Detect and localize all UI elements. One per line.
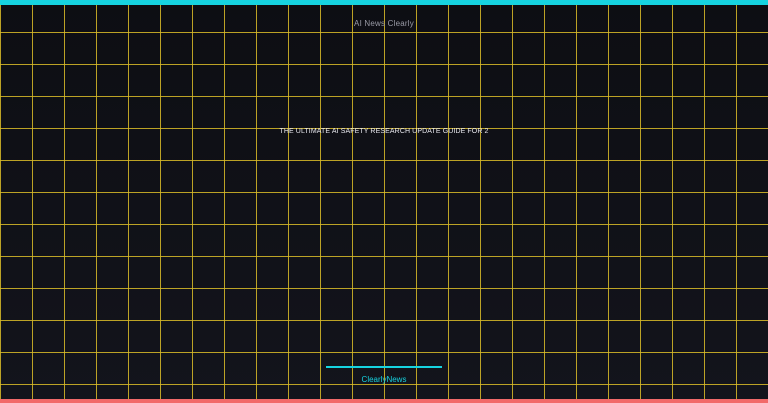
headline-title: THE ULTIMATE AI SAFETY RESEARCH UPDATE G… <box>279 128 489 135</box>
footer-divider <box>326 366 442 368</box>
bottom-accent-bar <box>0 399 768 403</box>
header-brand: AI News Clearly <box>354 19 414 28</box>
grid-background <box>0 5 768 399</box>
footer-brand: ClearlyNews <box>361 375 407 384</box>
slide-canvas: AI News Clearly THE ULTIMATE AI SAFETY R… <box>0 0 768 403</box>
